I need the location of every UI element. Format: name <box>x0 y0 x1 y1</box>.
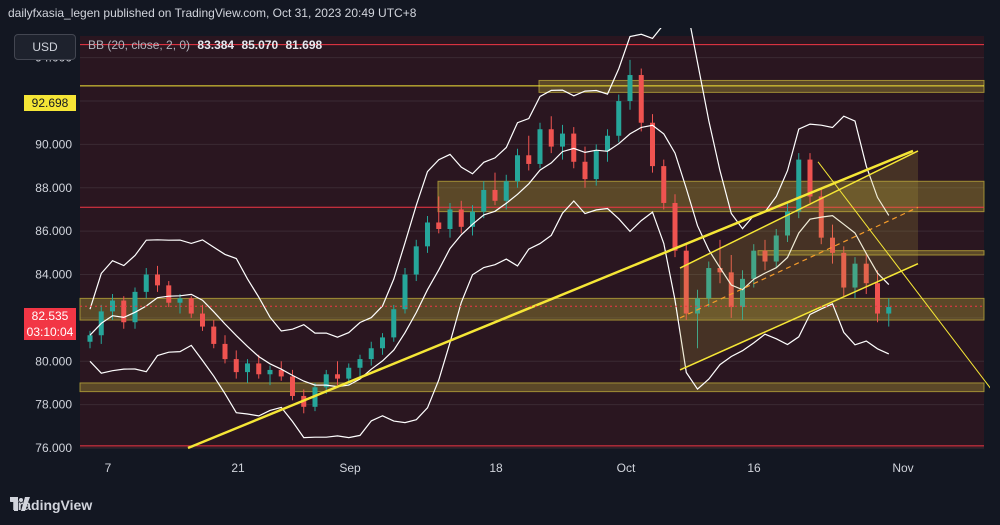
candle-body <box>548 129 554 147</box>
candle-body <box>290 376 295 396</box>
candle-body <box>627 75 633 102</box>
candle-body <box>458 209 464 227</box>
candle-body <box>616 101 622 136</box>
candle-body <box>143 274 149 292</box>
candle-body <box>593 150 599 180</box>
candle-body <box>436 222 442 229</box>
candle-body <box>380 337 385 349</box>
candle-body <box>526 155 532 164</box>
candle-body <box>211 326 217 344</box>
candle-body <box>233 359 239 373</box>
candle-body <box>661 166 667 203</box>
indicator-name: BB (20, close, 2, 0) <box>88 38 191 52</box>
candle-body <box>222 343 228 360</box>
currency-selector[interactable]: USD <box>14 34 76 60</box>
candle-body <box>413 246 419 275</box>
candle-body <box>121 300 127 323</box>
y-tick-label: 76.000 <box>35 441 72 455</box>
x-tick-label: Nov <box>892 461 913 475</box>
candle-body <box>245 363 250 373</box>
candle-body <box>132 291 138 323</box>
candlestick-chart[interactable]: 94.00092.00090.00088.00086.00084.00082.0… <box>8 28 990 488</box>
candle-body <box>335 374 340 379</box>
y-tick-label: 86.000 <box>35 224 72 238</box>
current-price-tag: 82.535 <box>24 308 76 324</box>
tradingview-brand[interactable]: TradingView <box>10 497 92 513</box>
x-tick-label: Sep <box>339 461 361 475</box>
bollinger-legend[interactable]: BB (20, close, 2, 0) 83.384 85.070 81.69… <box>88 38 322 52</box>
tradingview-logo-icon <box>10 497 30 511</box>
candle-body <box>402 274 408 310</box>
candle-body <box>672 202 678 251</box>
candle-body <box>571 133 577 162</box>
indicator-upper: 85.070 <box>241 38 279 52</box>
candle-body <box>447 209 453 229</box>
y-tick-label: 88.000 <box>35 181 72 195</box>
x-tick-label: 21 <box>231 461 245 475</box>
candle-body <box>155 274 160 286</box>
x-tick-label: 16 <box>747 461 761 475</box>
publish-banner: dailyfxasia_legen published on TradingVi… <box>8 6 417 20</box>
candle-body <box>481 189 487 212</box>
candle-body <box>267 369 273 375</box>
x-tick-label: 18 <box>489 461 503 475</box>
support-resistance-zone <box>79 382 985 393</box>
support-resistance-zone <box>79 297 985 321</box>
candle-body <box>368 348 374 360</box>
x-tick-label: 7 <box>105 461 112 475</box>
candle-body <box>346 367 352 379</box>
y-tick-label: 78.000 <box>35 398 72 412</box>
candle-body <box>177 298 183 303</box>
candle-body <box>875 283 880 314</box>
candle-body <box>537 129 543 164</box>
indicator-lower: 81.698 <box>285 38 323 52</box>
candle-body <box>560 133 565 147</box>
candle-body <box>166 285 172 303</box>
candle-body <box>807 159 813 197</box>
y-tick-label: 84.000 <box>35 268 72 282</box>
candle-body <box>492 189 498 201</box>
candle-body <box>650 122 655 167</box>
candle-body <box>886 307 892 314</box>
candle-body <box>357 359 363 368</box>
chart-frame[interactable]: 94.00092.00090.00088.00086.00084.00082.0… <box>8 28 990 488</box>
level-price-tag: 92.698 <box>24 95 76 111</box>
candle-body <box>638 75 644 123</box>
candle-body <box>278 369 284 377</box>
candle-body <box>503 181 509 201</box>
indicator-basis: 83.384 <box>197 38 235 52</box>
candle-body <box>256 363 262 375</box>
candle-body <box>605 135 610 151</box>
countdown-tag: 03:10:04 <box>24 324 76 340</box>
candle-body <box>582 161 588 180</box>
candle-body <box>391 309 397 338</box>
candle-body <box>87 335 93 342</box>
candle-body <box>796 159 802 212</box>
x-tick-label: Oct <box>617 461 636 475</box>
y-tick-label: 90.000 <box>35 137 72 151</box>
candle-body <box>425 222 430 247</box>
y-tick-label: 80.000 <box>35 354 72 368</box>
candle-body <box>515 155 520 182</box>
candle-body <box>200 313 205 327</box>
